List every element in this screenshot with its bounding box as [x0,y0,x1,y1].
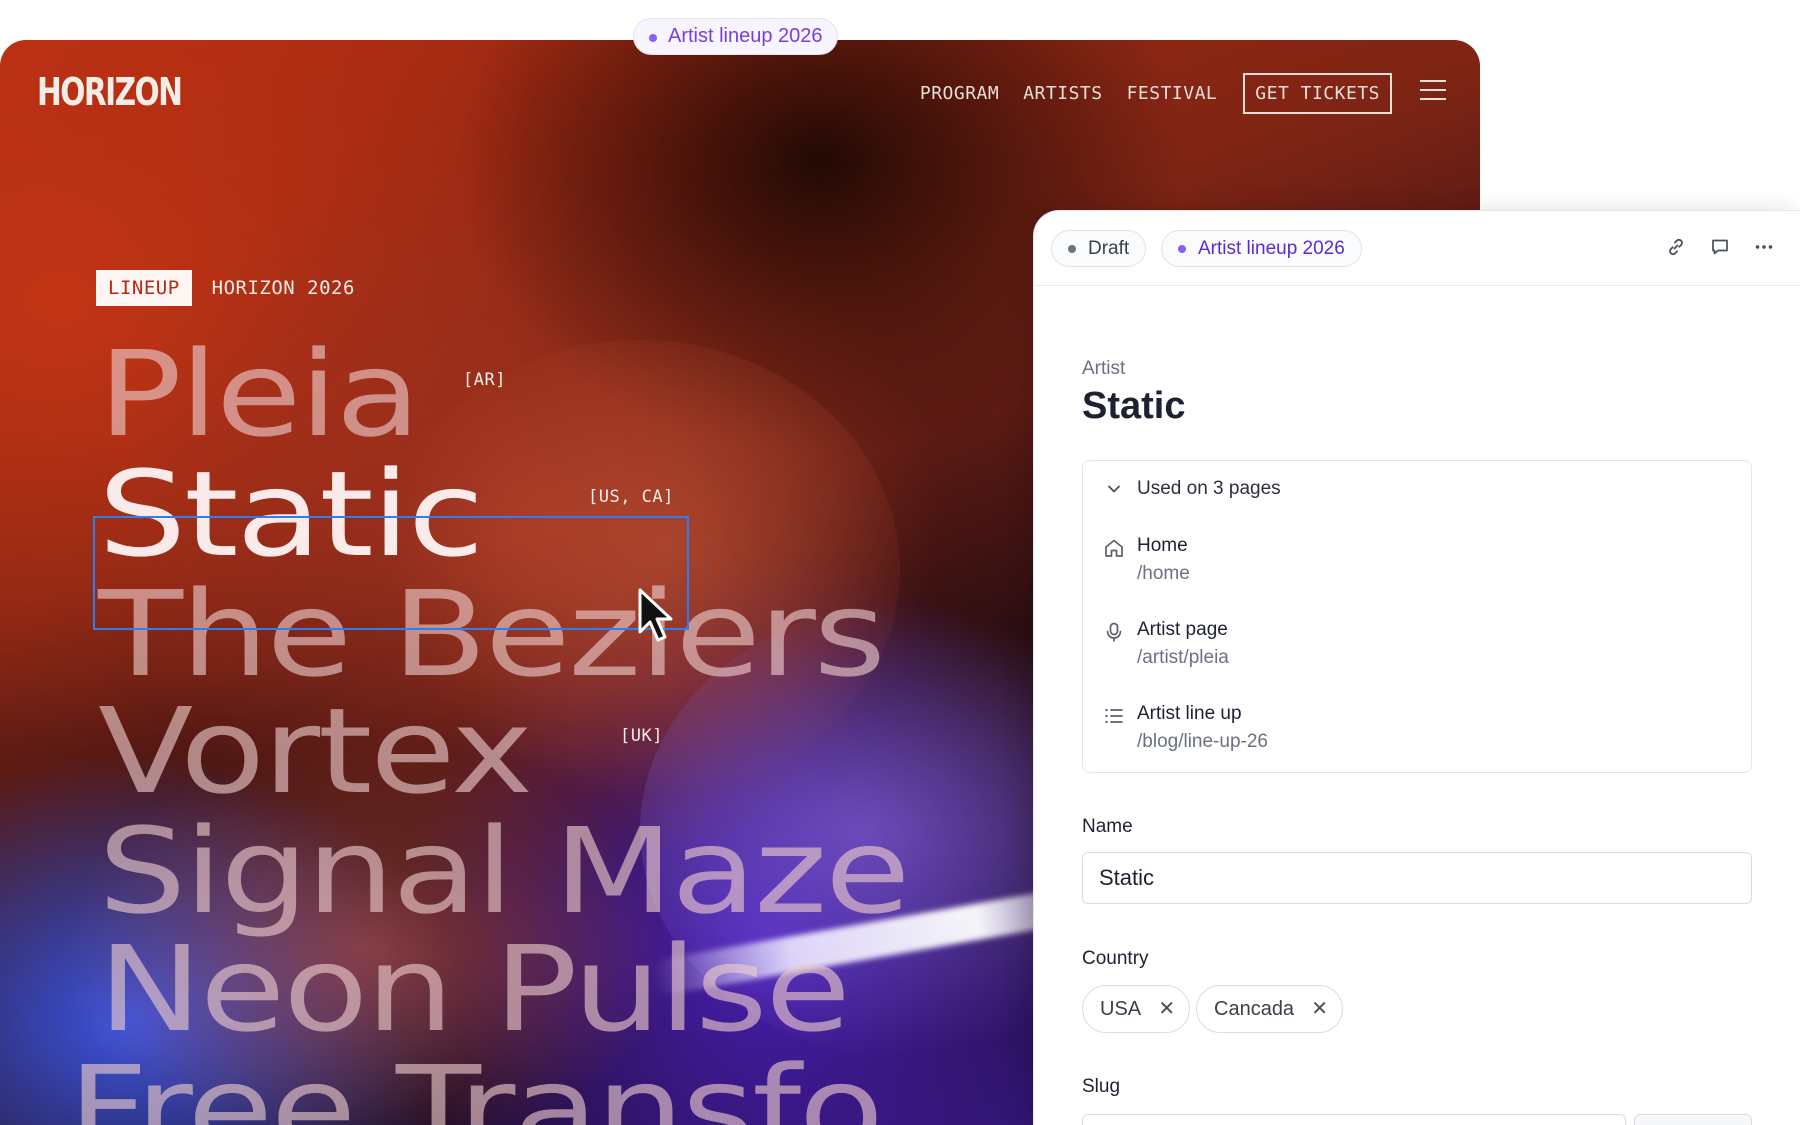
get-tickets-button[interactable]: GET TICKETS [1243,73,1392,114]
reference-path: /artist/pleia [1137,647,1229,668]
status-dot [1068,245,1076,253]
country-chip-usa[interactable]: USA ✕ [1082,985,1191,1033]
slug-field[interactable] [1082,1114,1626,1125]
release-dot [1178,245,1186,253]
release-pill[interactable]: Artist lineup 2026 [633,18,838,55]
artist-row-vortex[interactable]: Vortex [UK] [98,692,662,810]
artist-row-neon-pulse[interactable]: Neon Pulse [98,930,851,1048]
reference-title: Home [1137,535,1188,556]
site-logo[interactable]: HORIZON [37,70,183,114]
generate-slug-button[interactable] [1634,1114,1752,1125]
microphone-icon [1106,622,1122,642]
references-toggle[interactable]: Used on 3 pages [1105,478,1281,500]
nav-program[interactable]: PROGRAM [920,83,999,104]
artist-row-signal-maze[interactable]: Signal Maze [98,812,911,930]
country-field-label: Country [1082,948,1149,969]
name-field[interactable] [1082,852,1752,904]
nav-festival[interactable]: FESTIVAL [1127,83,1218,104]
mouse-cursor-icon [638,588,673,642]
references-card: Used on 3 pages Home /home Artist page /… [1082,460,1752,773]
artist-name: The Beziers [98,565,886,703]
artist-name: Vortex [98,682,533,820]
status-label: Draft [1088,238,1130,259]
link-icon[interactable] [1666,237,1686,257]
remove-chip-icon[interactable]: ✕ [1311,986,1328,1032]
hamburger-menu-icon[interactable] [1420,80,1446,100]
comment-icon[interactable] [1710,237,1730,257]
reference-title: Artist line up [1137,703,1242,724]
artist-name: Signal Maze [98,802,911,940]
artist-row-static[interactable]: Static [US, CA] [98,455,673,573]
more-options-icon[interactable] [1754,237,1774,257]
panel-toolbar: Draft Artist lineup 2026 [1034,211,1800,286]
artist-name: Static [98,445,484,583]
artist-name: Pleia [98,325,421,463]
release-label: Artist lineup 2026 [1198,238,1345,259]
reference-path: /blog/line-up-26 [1137,731,1268,752]
list-icon [1105,708,1123,724]
release-pill-label: Artist lineup 2026 [668,25,823,47]
artist-country: [AR] [463,370,506,390]
artist-name: Neon Pulse [98,920,851,1058]
remove-chip-icon[interactable]: ✕ [1158,986,1175,1032]
chip-label: USA [1100,998,1142,1020]
release-pill-panel[interactable]: Artist lineup 2026 [1161,230,1362,267]
country-chip-cancada[interactable]: Cancada ✕ [1196,985,1344,1033]
artist-name: Free Transfo [68,1040,884,1125]
artist-row-free-transfo[interactable]: Free Transfo [68,1050,884,1125]
lineup-tag: LINEUP [96,270,192,306]
home-icon [1105,539,1123,557]
artist-row-pleia[interactable]: Pleia [AR] [98,335,505,453]
references-count: Used on 3 pages [1137,478,1281,499]
reference-path: /home [1137,563,1190,584]
document-title: Static [1082,385,1186,427]
release-dot [649,34,657,42]
document-type: Artist [1082,358,1126,379]
document-editor-panel: Draft Artist lineup 2026 Artist Static U… [1033,210,1800,1125]
site-nav: PROGRAM ARTISTS FESTIVAL GET TICKETS [896,73,1392,114]
name-field-label: Name [1082,816,1133,837]
draft-status-pill[interactable]: Draft [1051,230,1147,267]
slug-field-label: Slug [1082,1076,1121,1097]
toolbar-actions [1666,237,1774,257]
reference-title: Artist page [1137,619,1228,640]
chip-label: Cancada [1214,998,1295,1020]
chevron-down-icon [1108,485,1120,493]
lineup-tag-row: LINEUP HORIZON 2026 [96,270,355,306]
nav-artists[interactable]: ARTISTS [1023,83,1102,104]
artist-country: [UK] [620,726,663,746]
lineup-edition: HORIZON 2026 [211,277,355,299]
artist-country: [US, CA] [588,487,674,507]
